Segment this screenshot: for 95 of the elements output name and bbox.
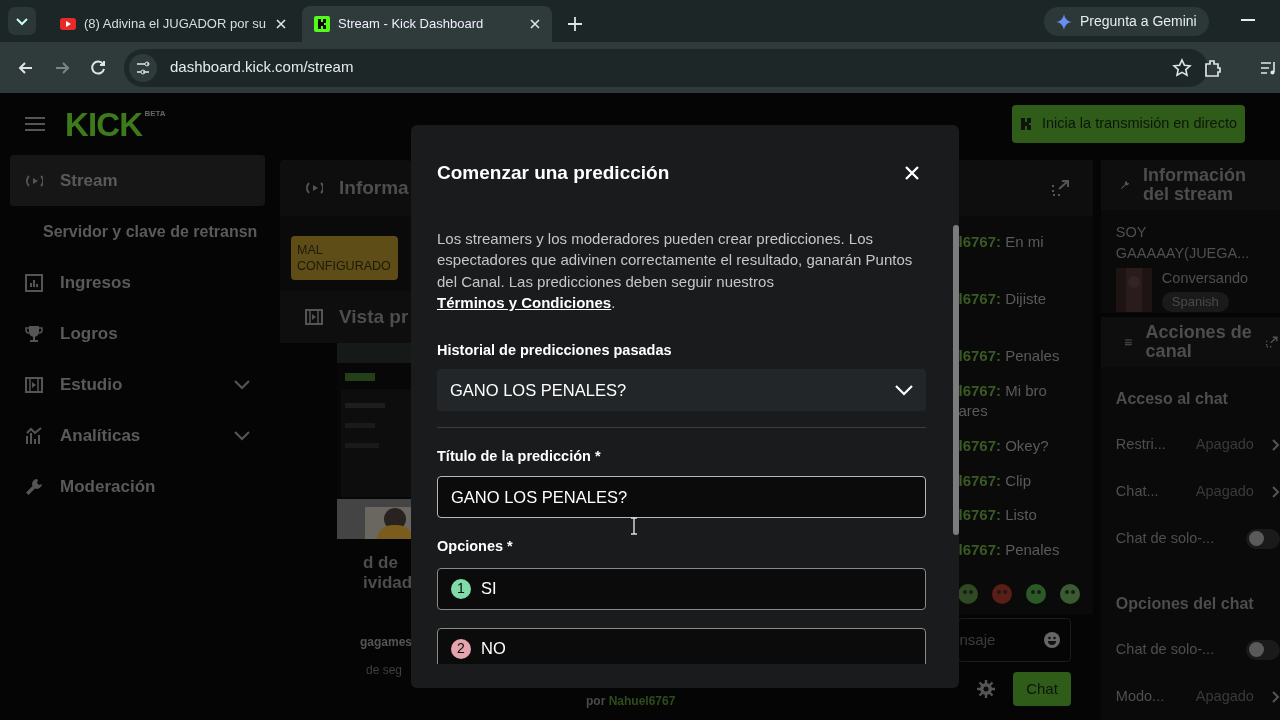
beta-label: BETA xyxy=(144,107,166,120)
minimize-icon[interactable] xyxy=(1241,19,1255,23)
option-text: SI xyxy=(481,578,497,600)
option-input-field[interactable]: 1 SI xyxy=(437,567,926,610)
extensions-icon[interactable] xyxy=(1203,58,1223,78)
category-text: Conversando xyxy=(1161,269,1249,289)
site-settings-icon[interactable] xyxy=(128,52,158,83)
panel-title: Vista pr xyxy=(339,304,409,329)
emote-icon xyxy=(992,584,1013,604)
chat-message: l6767: Penales xyxy=(958,345,1061,366)
setting-label: Chat... xyxy=(1115,481,1160,501)
stream-title: SOY GAAAAAY(JUEGA... xyxy=(1115,223,1251,264)
k-logo-icon xyxy=(314,16,330,32)
bookmark-star-icon[interactable] xyxy=(1172,57,1192,78)
scrollbar[interactable] xyxy=(953,225,959,535)
field-label: Opciones * xyxy=(437,537,514,556)
browser-tab[interactable]: (8) Adivina el JUGADOR por su xyxy=(48,6,298,42)
chat-message: l6767: Penales xyxy=(958,540,1061,561)
chat-message: l6767: Okey? xyxy=(958,436,1050,457)
chevron-right-icon xyxy=(1272,690,1280,703)
setting-label: Restri... xyxy=(1115,434,1167,454)
setting-label: Chat de solo-... xyxy=(1115,639,1216,659)
section-title: Opciones del chat xyxy=(1115,594,1255,614)
panel-title: Acciones de canal xyxy=(1145,323,1252,362)
toggle-switch[interactable] xyxy=(1246,528,1280,549)
byline-text: por Nahuel6767 xyxy=(586,693,676,710)
number-badge: 1 xyxy=(451,578,471,599)
option-text: NO xyxy=(481,638,506,660)
toggle-switch[interactable] xyxy=(1246,639,1280,660)
dialog-description: Los streamers y los moderadores pueden crear predicciones. Los espectadores que adivinen correctamente el resultado, ganarán Puntos del Canal. Las predicciones deben seguir nuestros Términos y Condiciones. xyxy=(437,228,914,313)
broadcast-icon xyxy=(305,179,323,197)
emote-icon xyxy=(1060,584,1081,604)
video-play-icon xyxy=(60,16,76,32)
kick-logo[interactable]: KICK xyxy=(65,107,143,141)
text-cursor-icon xyxy=(630,516,638,535)
bar-chart-icon xyxy=(25,273,43,292)
field-label: Título de la predicción * xyxy=(437,447,602,467)
sidebar-item[interactable]: Moderación xyxy=(10,461,265,512)
go-live-button[interactable]: Inicia la transmisión en directo xyxy=(1011,105,1245,143)
sidebar-item[interactable]: Stream xyxy=(10,155,265,206)
panel-title: Información del stream xyxy=(1142,166,1247,205)
chevron-right-icon xyxy=(1272,438,1280,451)
caption-text: de seg xyxy=(366,662,404,679)
chevron-down-icon xyxy=(895,384,913,396)
setting-label: Chat de solo-... xyxy=(1115,528,1216,548)
chat-message: l6767: En mi xyxy=(958,232,1045,252)
sidebar-item[interactable]: Logros xyxy=(10,308,265,359)
title-input-field[interactable]: GANO LOS PENALES? xyxy=(437,476,926,518)
setting-label: Modo... xyxy=(1115,686,1166,706)
tab-title: Stream - Kick Dashboard xyxy=(338,15,485,34)
menu-icon[interactable] xyxy=(25,116,45,132)
section-title: Acceso al chat xyxy=(1115,389,1229,409)
sparkle-icon xyxy=(1056,13,1072,30)
field-label: Historial de predicciones pasadas xyxy=(437,340,673,360)
film-icon xyxy=(305,308,323,326)
emote-icon xyxy=(1026,584,1047,604)
chat-message: l6767: Listo xyxy=(958,505,1038,526)
gemini-button[interactable]: Pregunta a Gemini xyxy=(1044,7,1209,36)
k-logo-icon xyxy=(1019,117,1034,131)
trophy-icon xyxy=(25,324,43,343)
history-dropdown[interactable]: GANO LOS PENALES? xyxy=(437,369,926,412)
sidebar-item[interactable]: Analíticas xyxy=(10,410,265,461)
sidebar-item[interactable]: Estudio xyxy=(10,359,265,410)
close-icon[interactable] xyxy=(530,19,540,29)
tab-title: (8) Adivina el JUGADOR por su xyxy=(84,15,268,34)
emoji-icon xyxy=(1043,632,1060,648)
heading-text: ividad xyxy=(363,573,411,593)
sidebar-item[interactable]: Servidor y clave de retransn xyxy=(10,206,265,257)
panel-title: Informa xyxy=(339,175,409,200)
browser-tab[interactable]: Stream - Kick Dashboard xyxy=(302,6,552,42)
address-bar[interactable]: dashboard.kick.com/stream xyxy=(124,48,1208,87)
url-text: dashboard.kick.com/stream xyxy=(170,57,354,78)
chat-send-button[interactable]: Chat xyxy=(1013,672,1071,706)
close-icon[interactable] xyxy=(276,19,286,29)
film-icon xyxy=(25,375,43,394)
wrench-icon xyxy=(1120,179,1129,192)
chevron-right-icon xyxy=(1272,485,1280,498)
media-control-icon[interactable] xyxy=(1260,59,1278,77)
tab-list-icon[interactable] xyxy=(8,7,36,35)
heading-text: d de xyxy=(363,553,399,573)
chat-message: l6767: Mi bro ares xyxy=(958,380,1048,421)
new-tab-icon[interactable] xyxy=(568,17,582,31)
menu-lines-icon xyxy=(1124,337,1132,348)
chat-message: l6767: Clip xyxy=(958,471,1033,492)
popout-icon xyxy=(1050,179,1071,197)
chat-message: l6767: Dijiste xyxy=(958,288,1048,309)
settings-icon[interactable] xyxy=(977,680,996,698)
wrench-icon xyxy=(25,477,43,496)
option-input-field[interactable]: 2 NO xyxy=(437,627,926,664)
dialog-title: Comenzar una predicción xyxy=(437,161,670,185)
line-chart-icon xyxy=(25,426,43,445)
sidebar-item[interactable]: Ingresos xyxy=(10,257,265,308)
channel-name: gagames xyxy=(360,634,411,651)
number-badge: 2 xyxy=(451,638,471,659)
status-badge: MAL CONFIGURADO xyxy=(291,236,398,280)
